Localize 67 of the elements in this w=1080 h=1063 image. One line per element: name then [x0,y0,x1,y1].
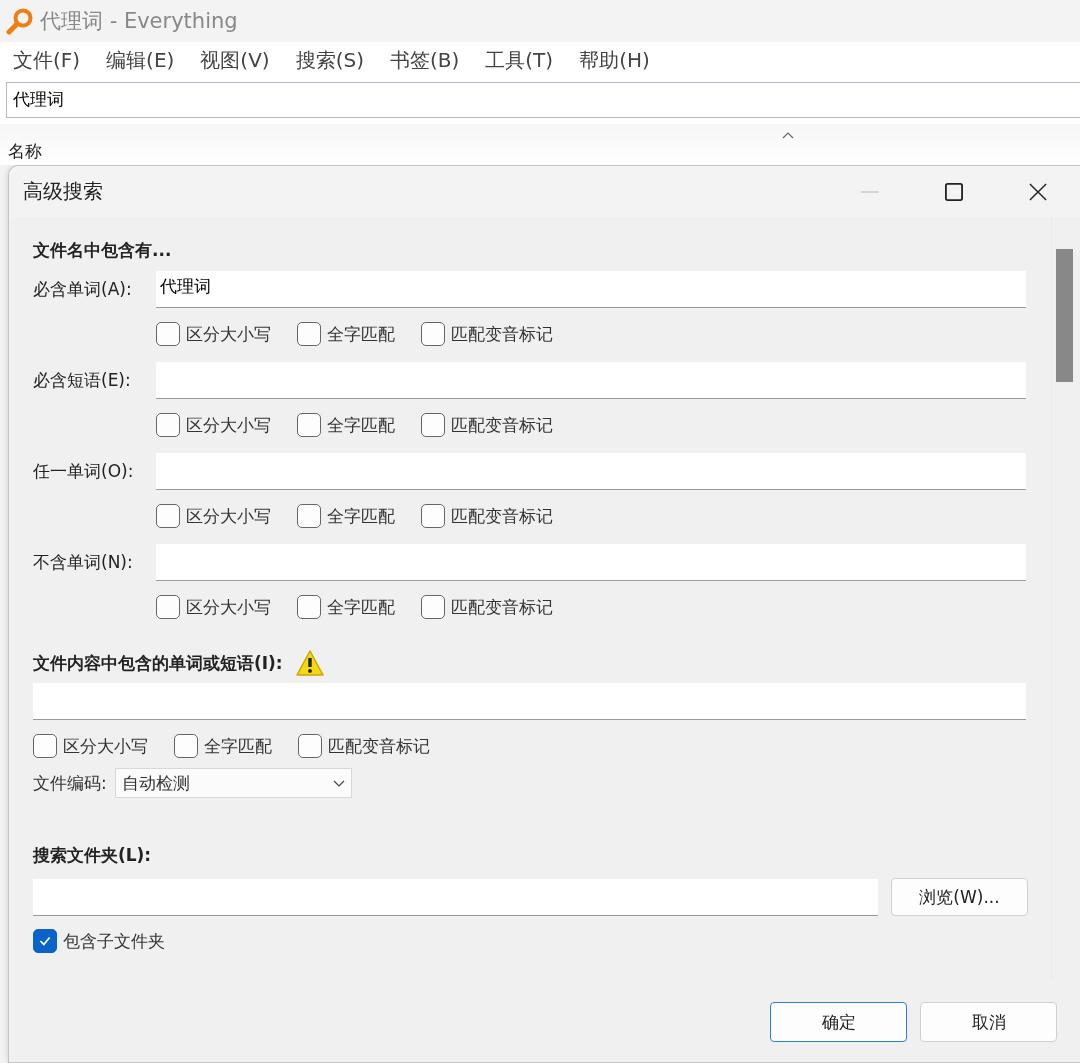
section-heading: 文件内容中包含的单词或短语(I): [33,651,283,675]
checkbox-option[interactable]: 全字匹配 [297,413,395,438]
checkbox[interactable] [156,595,180,620]
checkbox[interactable] [33,929,57,954]
magnifier-icon [6,6,34,35]
menu-item[interactable]: 搜索(S) [295,47,364,75]
checkbox[interactable] [156,322,180,347]
sort-caret-icon [782,131,794,139]
checkbox-option[interactable]: 匹配变音标记 [421,595,553,620]
checkbox-option[interactable]: 包含子文件夹 [33,929,1051,954]
checkbox-option[interactable]: 区分大小写 [156,322,271,347]
search-field[interactable]: 代理词 [6,81,1080,118]
menu-item[interactable]: 视图(V) [200,47,270,75]
checkbox[interactable] [174,734,198,759]
menu-item[interactable]: 编辑(E) [106,47,175,75]
checkbox[interactable] [421,504,445,529]
checkbox-option[interactable]: 匹配变音标记 [298,734,430,759]
checkbox-option[interactable]: 匹配变音标记 [421,504,553,529]
checkbox-option[interactable]: 全字匹配 [297,595,395,620]
checkbox[interactable] [33,734,57,759]
text-field[interactable]: 代理词 [156,271,1026,309]
text-field[interactable] [156,544,1026,582]
close-icon[interactable] [1029,182,1047,201]
checkbox-option[interactable]: 匹配变音标记 [421,322,553,347]
checkbox-option[interactable]: 区分大小写 [33,734,148,759]
browse-button[interactable]: 浏览(W)... [891,878,1028,917]
window-title: 代理词 - Everything [40,7,238,35]
column-header[interactable]: 名称 [8,140,42,164]
ok-button[interactable]: 确定 [770,1002,907,1042]
field-label: 必含短语(E): [33,369,132,393]
checkbox-option[interactable]: 全字匹配 [297,322,395,347]
checkbox[interactable] [298,734,322,759]
checkbox[interactable] [421,595,445,620]
checkbox[interactable] [297,413,321,438]
checkbox[interactable] [156,413,180,438]
chevron-down-icon [332,779,345,787]
field-label: 文件编码: [33,771,107,795]
checkbox[interactable] [421,413,445,438]
field-label: 不含单词(N): [33,551,134,575]
text-field[interactable] [33,683,1026,721]
checkbox-option[interactable]: 全字匹配 [174,734,272,759]
menu-item[interactable]: 书签(B) [389,47,460,75]
checkbox-option[interactable]: 区分大小写 [156,413,271,438]
checkbox[interactable] [156,504,180,529]
checkbox[interactable] [297,595,321,620]
field-label: 任一单词(O): [33,460,135,484]
checkbox-option[interactable]: 区分大小写 [156,595,271,620]
section-heading: 文件名中包含有... [33,239,173,263]
text-field[interactable] [156,362,1026,400]
cancel-button[interactable]: 取消 [920,1002,1057,1042]
checkbox[interactable] [297,504,321,529]
checkbox-option[interactable]: 全字匹配 [297,504,395,529]
checkbox[interactable] [421,322,445,347]
text-field[interactable] [156,453,1026,491]
menu-item[interactable]: 帮助(H) [579,47,650,75]
section-heading: 搜索文件夹(L): [33,844,153,868]
checkbox-option[interactable]: 区分大小写 [156,504,271,529]
folder-field[interactable] [33,878,878,916]
checkbox-option[interactable]: 匹配变音标记 [421,413,553,438]
maximize-icon[interactable] [945,182,963,201]
dialog-title: 高级搜索 [23,178,103,206]
field-label: 必含单词(A): [33,278,133,302]
menu-item[interactable]: 工具(T) [485,47,554,75]
menu-item[interactable]: 文件(F) [13,47,81,75]
encoding-dropdown[interactable]: 自动检测 [114,768,352,799]
checkbox[interactable] [297,322,321,347]
scrollbar-thumb[interactable] [1056,249,1073,383]
